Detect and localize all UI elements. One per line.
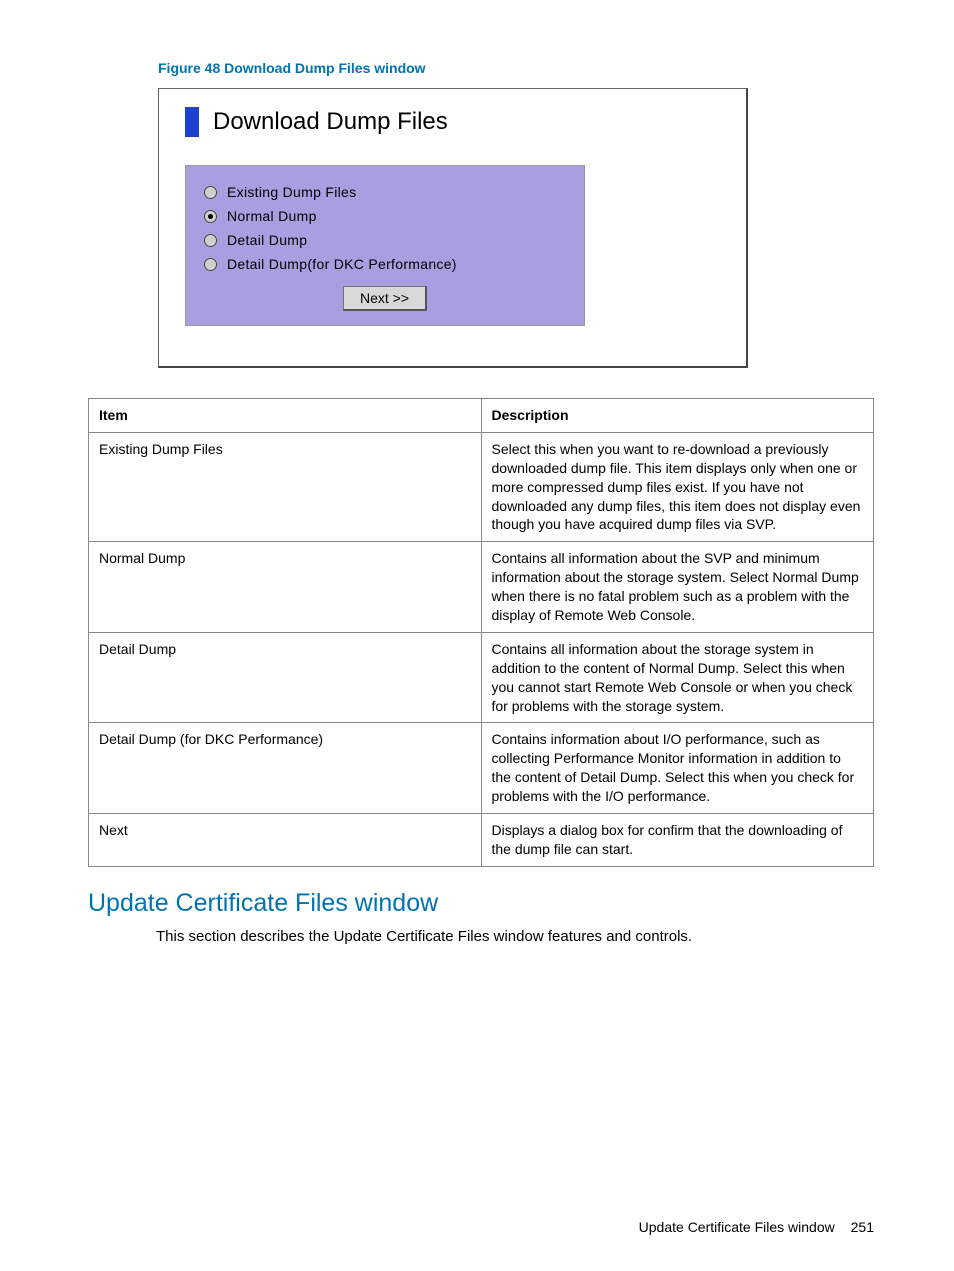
table-row: Normal Dump Contains all information abo… [89,542,874,633]
cell-item: Detail Dump (for DKC Performance) [89,723,482,814]
header-item: Item [89,399,482,433]
radio-label: Normal Dump [227,208,317,224]
cell-item: Next [89,814,482,867]
radio-icon [204,234,217,247]
radio-icon [204,258,217,271]
section-body: This section describes the Update Certif… [156,926,874,947]
radio-detail-dump-dkc[interactable]: Detail Dump(for DKC Performance) [204,256,566,272]
radio-normal-dump[interactable]: Normal Dump [204,208,566,224]
header-description: Description [481,399,874,433]
radio-detail-dump[interactable]: Detail Dump [204,232,566,248]
title-accent-bar [185,107,199,137]
section-heading: Update Certificate Files window [88,889,874,918]
cell-desc: Select this when you want to re-download… [481,432,874,541]
footer-page-number: 251 [851,1219,874,1235]
cell-desc: Contains all information about the SVP a… [481,542,874,633]
cell-desc: Contains information about I/O performan… [481,723,874,814]
radio-label: Detail Dump [227,232,307,248]
cell-desc: Displays a dialog box for confirm that t… [481,814,874,867]
dialog-title: Download Dump Files [185,107,724,137]
radio-panel: Existing Dump Files Normal Dump Detail D… [185,165,585,326]
radio-label: Existing Dump Files [227,184,356,200]
cell-item: Normal Dump [89,542,482,633]
radio-existing-dump-files[interactable]: Existing Dump Files [204,184,566,200]
radio-icon [204,186,217,199]
footer-label: Update Certificate Files window [639,1219,835,1235]
radio-label: Detail Dump(for DKC Performance) [227,256,457,272]
table-header-row: Item Description [89,399,874,433]
table-row: Detail Dump Contains all information abo… [89,632,874,723]
description-table: Item Description Existing Dump Files Sel… [88,398,874,867]
cell-item: Detail Dump [89,632,482,723]
cell-item: Existing Dump Files [89,432,482,541]
page-footer: Update Certificate Files window 251 [639,1219,874,1235]
next-button[interactable]: Next >> [343,286,427,311]
figure-caption: Figure 48 Download Dump Files window [158,60,874,76]
table-row: Next Displays a dialog box for confirm t… [89,814,874,867]
table-row: Existing Dump Files Select this when you… [89,432,874,541]
dialog-title-text: Download Dump Files [213,108,448,136]
cell-desc: Contains all information about the stora… [481,632,874,723]
download-dump-dialog: Download Dump Files Existing Dump Files … [158,88,748,368]
table-row: Detail Dump (for DKC Performance) Contai… [89,723,874,814]
radio-icon [204,210,217,223]
dialog-screenshot: Download Dump Files Existing Dump Files … [158,88,874,368]
